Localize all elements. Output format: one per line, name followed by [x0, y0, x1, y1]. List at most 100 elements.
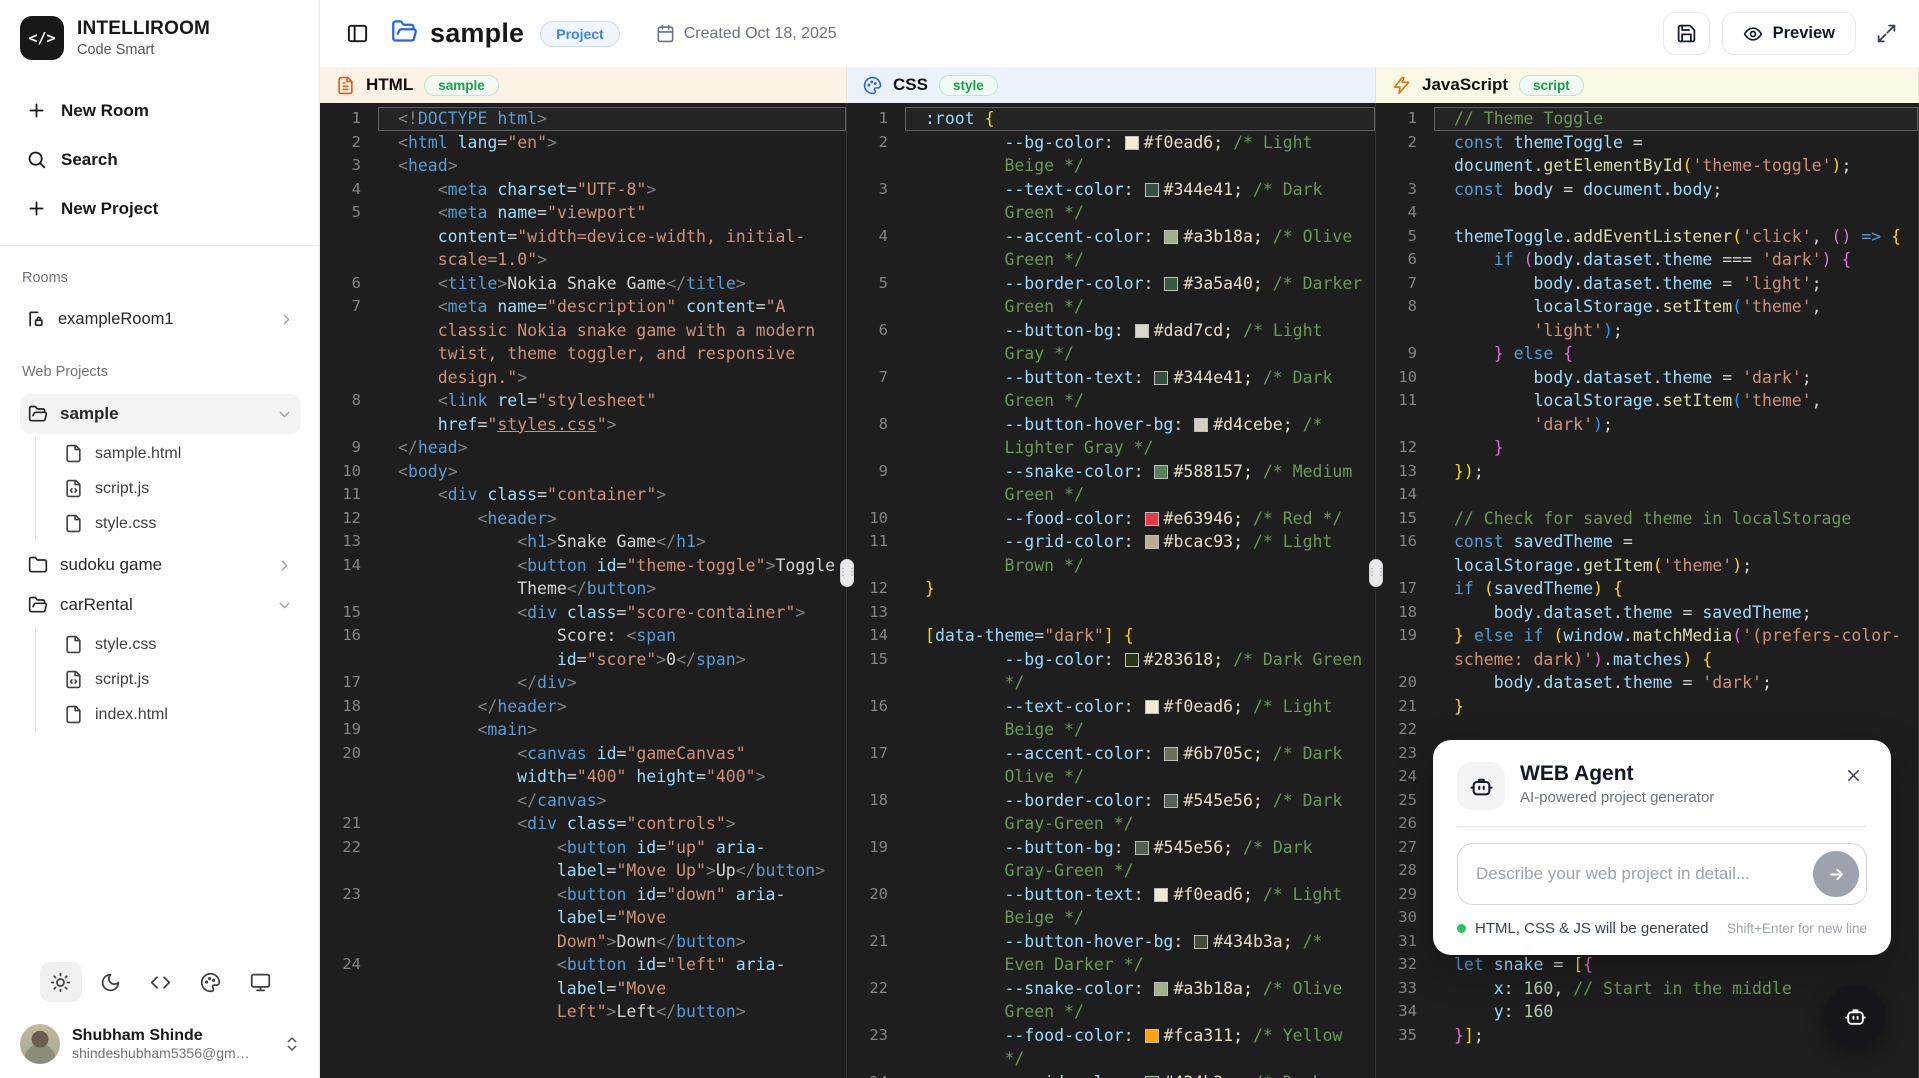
line-content[interactable]: } [1434, 436, 1918, 460]
line-content[interactable]: <meta name="description" content="A clas… [378, 295, 846, 389]
save-button[interactable] [1663, 12, 1710, 55]
line-content[interactable]: <html lang="en"> [378, 131, 846, 155]
line-content[interactable]: <button id="down" aria-label="Move Down"… [378, 883, 846, 954]
line-content[interactable]: body.dataset.theme = 'dark'; [1434, 671, 1918, 695]
line-content[interactable]: --accent-color: #a3b18a; /* Olive Green … [905, 225, 1375, 272]
file-sample-html[interactable]: sample.html [60, 436, 301, 471]
line-content[interactable] [1434, 483, 1918, 507]
line-content[interactable]: --button-hover-bg: #434b3a; /* Even Dark… [905, 930, 1375, 977]
code-line[interactable]: 14 [1376, 483, 1918, 507]
line-content[interactable]: body.dataset.theme = 'dark'; [1434, 366, 1918, 390]
chevron-right-icon[interactable] [278, 311, 295, 328]
dark-theme-button[interactable] [90, 962, 132, 1002]
file-script-js[interactable]: script.js [60, 471, 301, 506]
code-line[interactable]: 20--button-text: #f0ead6; /* Light Beige… [847, 883, 1375, 930]
line-content[interactable]: if (body.dataset.theme === 'dark') { [1434, 248, 1918, 272]
line-content[interactable]: <button id="left" aria-label="Move Left"… [378, 953, 846, 1024]
line-content[interactable]: </div> [378, 671, 846, 695]
code-line[interactable]: 24--grid-color: #434b3a; /* Dark Olive *… [847, 1071, 1375, 1078]
file-index-html[interactable]: index.html [60, 697, 301, 732]
code-line[interactable]: 5--border-color: #3a5a40; /* Darker Gree… [847, 272, 1375, 319]
system-theme-button[interactable] [240, 962, 282, 1002]
line-content[interactable] [1434, 201, 1918, 225]
code-line[interactable]: 24<button id="left" aria-label="Move Lef… [320, 953, 846, 1024]
code-line[interactable]: 5<meta name="viewport" content="width=de… [320, 201, 846, 272]
code-line[interactable]: 1:root { [847, 107, 1375, 131]
code-line[interactable]: 17--accent-color: #6b705c; /* Dark Olive… [847, 742, 1375, 789]
code-line[interactable]: 12} [847, 577, 1375, 601]
line-content[interactable]: localStorage.setItem('theme', 'dark'); [1434, 389, 1918, 436]
user-menu[interactable]: Shubham Shinde shindeshubham5356@gmai... [20, 1024, 301, 1064]
line-content[interactable] [1434, 718, 1918, 742]
chevron-right-icon[interactable] [276, 557, 293, 574]
project-sudoku-game[interactable]: sudoku game [20, 545, 301, 585]
code-line[interactable]: 16--text-color: #f0ead6; /* Light Beige … [847, 695, 1375, 742]
line-content[interactable]: [data-theme="dark"] { [905, 624, 1375, 648]
close-button[interactable] [1840, 762, 1867, 792]
code-line[interactable]: 20body.dataset.theme = 'dark'; [1376, 671, 1918, 695]
code-line[interactable]: 9} else { [1376, 342, 1918, 366]
code-line[interactable]: 13<h1>Snake Game</h1> [320, 530, 846, 554]
code-line[interactable]: 14<button id="theme-toggle">Toggle Theme… [320, 554, 846, 601]
panel-resize-handle[interactable]: ⋮⋮ [1369, 559, 1383, 587]
line-content[interactable]: <header> [378, 507, 846, 531]
code-line[interactable]: 18body.dataset.theme = savedTheme; [1376, 601, 1918, 625]
code-line[interactable]: 6--button-bg: #dad7cd; /* Light Gray */ [847, 319, 1375, 366]
code-line[interactable]: 7<meta name="description" content="A cla… [320, 295, 846, 389]
line-content[interactable]: --button-bg: #545e56; /* Dark Gray-Green… [905, 836, 1375, 883]
new-project-button[interactable]: New Project [20, 188, 301, 229]
line-content[interactable]: body.dataset.theme = 'light'; [1434, 272, 1918, 296]
line-content[interactable]: <button id="theme-toggle">Toggle Theme</… [378, 554, 846, 601]
agent-fab-button[interactable] [1824, 985, 1886, 1047]
code-line[interactable]: 2<html lang="en"> [320, 131, 846, 155]
new-room-button[interactable]: New Room [20, 90, 301, 131]
line-content[interactable]: <h1>Snake Game</h1> [378, 530, 846, 554]
line-content[interactable]: --snake-color: #a3b18a; /* Olive Green *… [905, 977, 1375, 1024]
line-content[interactable]: <main> [378, 718, 846, 742]
send-button[interactable] [1813, 851, 1859, 897]
line-content[interactable]: --food-color: #e63946; /* Red */ [905, 507, 1375, 531]
line-content[interactable]: <div class="score-container"> [378, 601, 846, 625]
code-line[interactable]: 10--food-color: #e63946; /* Red */ [847, 507, 1375, 531]
code-line[interactable]: 11--grid-color: #bcac93; /* Light Brown … [847, 530, 1375, 577]
line-content[interactable]: --snake-color: #588157; /* Medium Green … [905, 460, 1375, 507]
line-content[interactable] [905, 601, 1375, 625]
chevron-down-icon[interactable] [276, 406, 293, 423]
project-sample[interactable]: sample [20, 394, 301, 434]
line-content[interactable]: --text-color: #f0ead6; /* Light Beige */ [905, 695, 1375, 742]
code-line[interactable]: 16Score: <span id="score">0</span> [320, 624, 846, 671]
line-content[interactable]: } else { [1434, 342, 1918, 366]
code-line[interactable]: 17if (savedTheme) { [1376, 577, 1918, 601]
code-line[interactable]: 23<button id="down" aria-label="Move Dow… [320, 883, 846, 954]
line-content[interactable]: <!DOCTYPE html> [378, 107, 846, 131]
line-content[interactable]: const savedTheme = localStorage.getItem(… [1434, 530, 1918, 577]
line-content[interactable]: const themeToggle = document.getElementB… [1434, 131, 1918, 178]
line-content[interactable]: if (savedTheme) { [1434, 577, 1918, 601]
code-line[interactable]: 1<!DOCTYPE html> [320, 107, 846, 131]
code-line[interactable]: 1// Theme Toggle [1376, 107, 1918, 131]
line-content[interactable]: } [1434, 695, 1918, 719]
code-line[interactable]: 21<div class="controls"> [320, 812, 846, 836]
code-line[interactable]: 22--snake-color: #a3b18a; /* Olive Green… [847, 977, 1375, 1024]
code-line[interactable]: 19} else if (window.matchMedia('(prefers… [1376, 624, 1918, 671]
code-line[interactable]: 11localStorage.setItem('theme', 'dark'); [1376, 389, 1918, 436]
code-line[interactable]: 16const savedTheme = localStorage.getIte… [1376, 530, 1918, 577]
code-line[interactable]: 15--bg-color: #283618; /* Dark Green */ [847, 648, 1375, 695]
code-line[interactable]: 9</head> [320, 436, 846, 460]
panel-resize-handle[interactable]: ⋮⋮ [840, 559, 854, 587]
line-content[interactable]: --bg-color: #f0ead6; /* Light Beige */ [905, 131, 1375, 178]
line-content[interactable]: body.dataset.theme = savedTheme; [1434, 601, 1918, 625]
file-script-js[interactable]: script.js [60, 662, 301, 697]
line-content[interactable]: <head> [378, 154, 846, 178]
code-line[interactable]: 21} [1376, 695, 1918, 719]
line-content[interactable]: </header> [378, 695, 846, 719]
preview-button[interactable]: Preview [1722, 12, 1856, 55]
line-content[interactable]: } [905, 577, 1375, 601]
code-line[interactable]: 7--button-text: #344e41; /* Dark Green *… [847, 366, 1375, 413]
code-line[interactable]: 8<link rel="stylesheet" href="styles.css… [320, 389, 846, 436]
fullscreen-button[interactable] [1876, 23, 1897, 44]
line-content[interactable]: <div class="controls"> [378, 812, 846, 836]
sidebar-item-exampleroom1[interactable]: exampleRoom1 [20, 300, 301, 338]
line-content[interactable]: --grid-color: #434b3a; /* Dark Olive */ [905, 1071, 1375, 1078]
code-line[interactable]: 8localStorage.setItem('theme', 'light'); [1376, 295, 1918, 342]
